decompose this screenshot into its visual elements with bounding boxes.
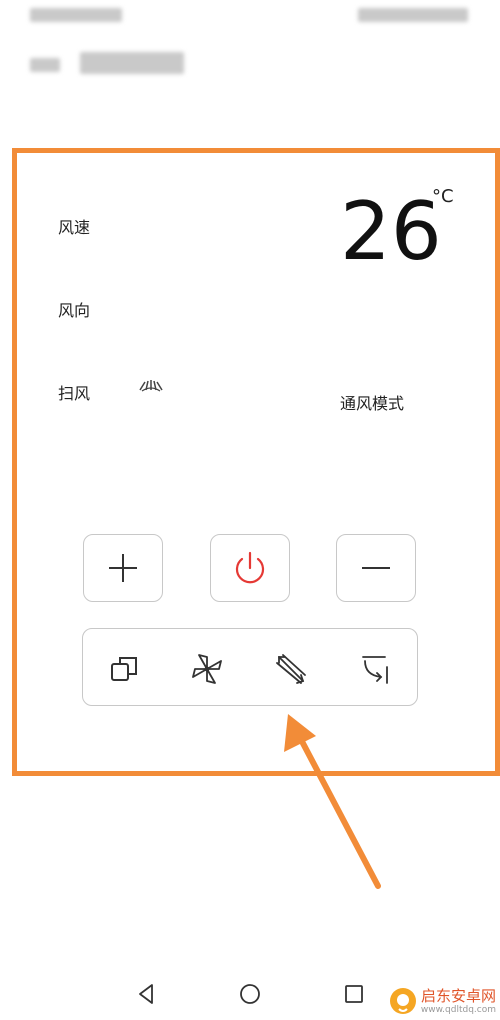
decrease-button[interactable] — [336, 534, 416, 602]
power-icon — [235, 551, 265, 584]
copy-icon — [111, 657, 137, 681]
annotation-arrow — [284, 714, 381, 889]
watermark: 启东安卓网 www.qdltdq.com — [389, 985, 496, 1016]
increase-button[interactable] — [83, 534, 163, 602]
mode-swing-button[interactable] — [271, 649, 311, 689]
recent-apps-icon[interactable] — [342, 982, 366, 1006]
blurred-title-small — [30, 58, 60, 72]
power-button[interactable] — [210, 534, 290, 602]
blurred-status-right — [358, 8, 468, 22]
mode-label: 通风模式 — [340, 394, 405, 413]
blurred-status-left — [30, 8, 122, 22]
swing-fan-icon — [139, 380, 163, 392]
mode-bar — [82, 628, 418, 706]
wind-direction-label: 风向 — [58, 301, 91, 320]
temperature-unit: °C — [432, 186, 454, 207]
watermark-logo-icon — [389, 987, 416, 1014]
plus-icon — [109, 554, 137, 582]
minus-icon — [362, 567, 390, 569]
back-icon[interactable] — [134, 982, 158, 1006]
mode-rotate-button[interactable] — [355, 649, 395, 689]
watermark-text: 启东安卓网 — [420, 987, 496, 1005]
fan-speed-label: 风速 — [58, 218, 91, 237]
blurred-title — [80, 52, 184, 74]
mode-copy-button[interactable] — [105, 649, 145, 689]
watermark-url: www.qdltdq.com — [420, 1005, 496, 1015]
temperature-value: 26 — [340, 185, 442, 278]
home-icon[interactable] — [238, 982, 262, 1006]
mode-fan-button[interactable] — [187, 649, 227, 689]
fan-icon — [192, 654, 222, 684]
swing-label: 扫风 — [58, 384, 91, 403]
rotate-icon — [362, 656, 388, 684]
swing-arrows-icon — [276, 654, 306, 684]
